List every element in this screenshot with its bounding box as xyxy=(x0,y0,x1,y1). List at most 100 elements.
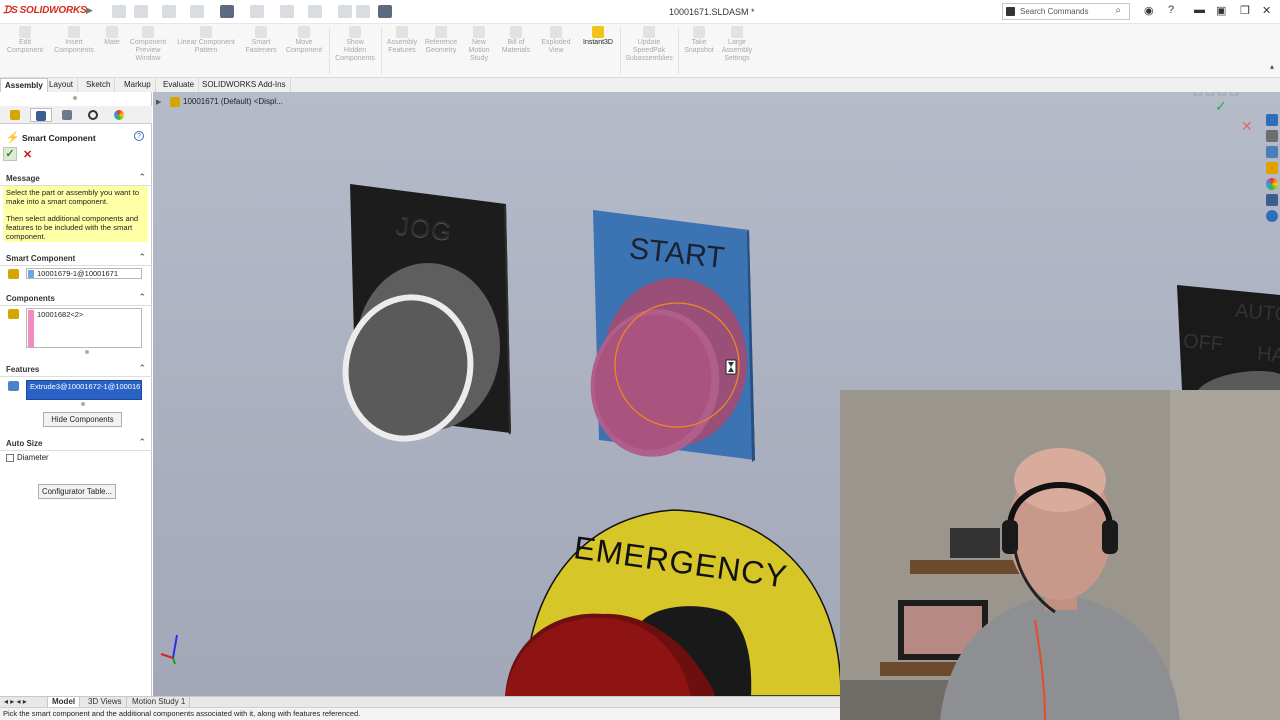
search-commands-input[interactable]: Search Commands ⌕ xyxy=(1002,3,1130,20)
list-resize-handle[interactable] xyxy=(81,402,85,406)
assembly-features-icon xyxy=(396,26,408,38)
move-component-button[interactable]: Move Component xyxy=(282,26,326,55)
components-section-header[interactable]: Components ⌃ xyxy=(0,292,152,306)
assembly-features-button[interactable]: Assembly Features xyxy=(383,26,421,55)
selection-color-swatch xyxy=(28,270,34,278)
display-manager-icon xyxy=(114,110,124,120)
task-pane-design-library-icon[interactable] xyxy=(1266,146,1278,158)
diameter-checkbox[interactable] xyxy=(6,454,14,462)
rebuild-icon[interactable] xyxy=(338,5,352,18)
bill-of-materials-icon xyxy=(510,26,522,38)
configuration-manager-tab[interactable] xyxy=(56,108,78,122)
display-manager-tab[interactable] xyxy=(108,108,130,122)
tab-solidworks-add-ins[interactable]: SOLIDWORKS Add-Ins xyxy=(198,78,291,92)
undo-icon[interactable] xyxy=(250,5,264,18)
help-icon[interactable]: ? xyxy=(134,131,144,141)
emergency-stop-assembly[interactable] xyxy=(505,509,842,696)
cancel-button[interactable]: ✕ xyxy=(23,148,32,161)
smart-fasteners-icon xyxy=(255,26,267,38)
components-selection-list[interactable]: 10001682<2> xyxy=(26,308,142,348)
minimize-window-icon[interactable]: ▬ xyxy=(1194,4,1205,16)
task-pane-custom-properties-icon[interactable] xyxy=(1266,194,1278,206)
configuration-icon xyxy=(62,110,72,120)
mate-icon xyxy=(106,26,118,38)
tab-model[interactable]: Model xyxy=(48,697,81,707)
mate-button[interactable]: Mate xyxy=(100,26,124,47)
search-icon[interactable]: ⌕ xyxy=(1115,5,1121,16)
exploded-view-button[interactable]: Exploded View xyxy=(536,26,576,55)
show-hidden-components-button[interactable]: Show Hidden Components xyxy=(332,26,378,63)
message-box: Select the part or assembly you want to … xyxy=(3,186,148,242)
preview-window-icon xyxy=(142,26,154,38)
print-icon[interactable] xyxy=(220,5,234,18)
tab-3d-views[interactable]: 3D Views xyxy=(84,697,127,707)
search-scope-icon[interactable] xyxy=(1006,7,1015,16)
menu-expand-arrow-icon[interactable]: ▶ xyxy=(86,5,93,16)
confirmation-corner-ok-icon[interactable]: ✓ xyxy=(1215,98,1227,115)
take-snapshot-button[interactable]: Take Snapshot xyxy=(680,26,718,55)
open-icon[interactable] xyxy=(162,5,176,18)
features-selection-list[interactable]: Extrude3@10001672-1@1000167 xyxy=(26,380,142,400)
bill-of-materials-button[interactable]: Bill of Materials xyxy=(498,26,534,55)
reference-geometry-button[interactable]: Reference Geometry xyxy=(422,26,460,55)
task-pane-file-explorer-icon[interactable] xyxy=(1266,162,1278,174)
exploded-view-icon xyxy=(550,26,562,38)
coordinate-triad xyxy=(160,634,178,665)
instant3d-button[interactable]: Instant3D xyxy=(578,26,618,47)
hide-components-button[interactable]: Hide Components xyxy=(43,412,122,427)
home-icon[interactable] xyxy=(112,5,126,18)
select-icon[interactable] xyxy=(308,5,322,18)
smart-component-selection-box[interactable]: 10001679-1@10001671 xyxy=(26,268,142,279)
chevron-up-icon: ⌃ xyxy=(138,172,146,182)
ribbon-separator xyxy=(678,28,679,74)
tab-layout[interactable]: Layout xyxy=(45,78,79,92)
smart-component-section-header[interactable]: Smart Component ⌃ xyxy=(0,252,152,266)
component-preview-window-button[interactable]: Component Preview Window xyxy=(126,26,170,63)
features-section-header[interactable]: Features ⌃ xyxy=(0,363,152,377)
bottom-tabs: ◂ ▸ ◂ ▸ Model 3D Views Motion Study 1 xyxy=(0,696,840,707)
hand-label: HA xyxy=(1256,342,1280,368)
update-speedpak-button[interactable]: Update SpeedPak Subassemblies xyxy=(622,26,676,63)
panel-resize-handle[interactable] xyxy=(73,96,77,100)
options-gear-icon[interactable] xyxy=(378,5,392,18)
redo-icon[interactable] xyxy=(280,5,294,18)
confirmation-corner-cancel-icon[interactable]: ✕ xyxy=(1241,118,1253,135)
tab-evaluate[interactable]: Evaluate xyxy=(159,78,200,92)
smart-fasteners-button[interactable]: Smart Fasteners xyxy=(242,26,280,55)
save-icon[interactable] xyxy=(190,5,204,18)
tab-sketch[interactable]: Sketch xyxy=(82,78,116,92)
new-document-icon[interactable] xyxy=(134,5,148,18)
linear-component-pattern-button[interactable]: Linear Component Pattern xyxy=(172,26,240,55)
large-assembly-settings-button[interactable]: Large Assembly Settings xyxy=(718,26,756,63)
help-icon[interactable]: ? xyxy=(1168,4,1174,16)
tab-markup[interactable]: Markup xyxy=(120,78,156,92)
file-properties-icon[interactable] xyxy=(356,5,370,18)
task-pane-community-icon[interactable] xyxy=(1266,210,1278,222)
message-section-header[interactable]: Message ⌃ xyxy=(0,172,152,186)
restore-window-icon[interactable]: ❐ xyxy=(1240,4,1250,17)
tab-motion-study-1[interactable]: Motion Study 1 xyxy=(128,697,191,707)
task-pane-resources-icon[interactable] xyxy=(1266,130,1278,142)
configurator-table-button[interactable]: Configurator Table... xyxy=(38,484,116,499)
feature-manager-tab[interactable] xyxy=(4,108,26,122)
task-pane-appearances-icon[interactable] xyxy=(1266,178,1278,190)
diameter-label: Diameter xyxy=(17,453,49,462)
insert-components-button[interactable]: Insert Components xyxy=(50,26,98,55)
tab-scroll-arrows[interactable]: ◂ ▸ ◂ ▸ xyxy=(0,697,48,707)
document-title: 10001671.SLDASM * xyxy=(669,7,755,17)
auto-size-section-header[interactable]: Auto Size ⌃ xyxy=(0,437,152,451)
user-account-icon[interactable]: ◉ xyxy=(1144,4,1154,17)
edit-component-button[interactable]: Edit Component xyxy=(4,26,46,55)
list-resize-handle[interactable] xyxy=(85,350,89,354)
new-motion-study-button[interactable]: New Motion Study xyxy=(462,26,496,63)
property-manager-tab[interactable] xyxy=(30,108,52,122)
task-pane-home-icon[interactable] xyxy=(1266,114,1278,126)
tile-window-icon[interactable]: ▣ xyxy=(1216,4,1226,17)
ribbon-collapse-icon[interactable]: ▴ xyxy=(1270,62,1274,71)
close-window-icon[interactable]: ✕ xyxy=(1262,4,1271,17)
solidworks-logo[interactable]: ᗪS SOLIDWORKS xyxy=(3,5,87,16)
ok-button[interactable]: ✓ xyxy=(3,147,17,161)
dimxpert-manager-tab[interactable] xyxy=(82,108,104,122)
tab-assembly[interactable]: Assembly xyxy=(0,78,48,92)
dimxpert-crosshair-icon xyxy=(88,110,98,120)
